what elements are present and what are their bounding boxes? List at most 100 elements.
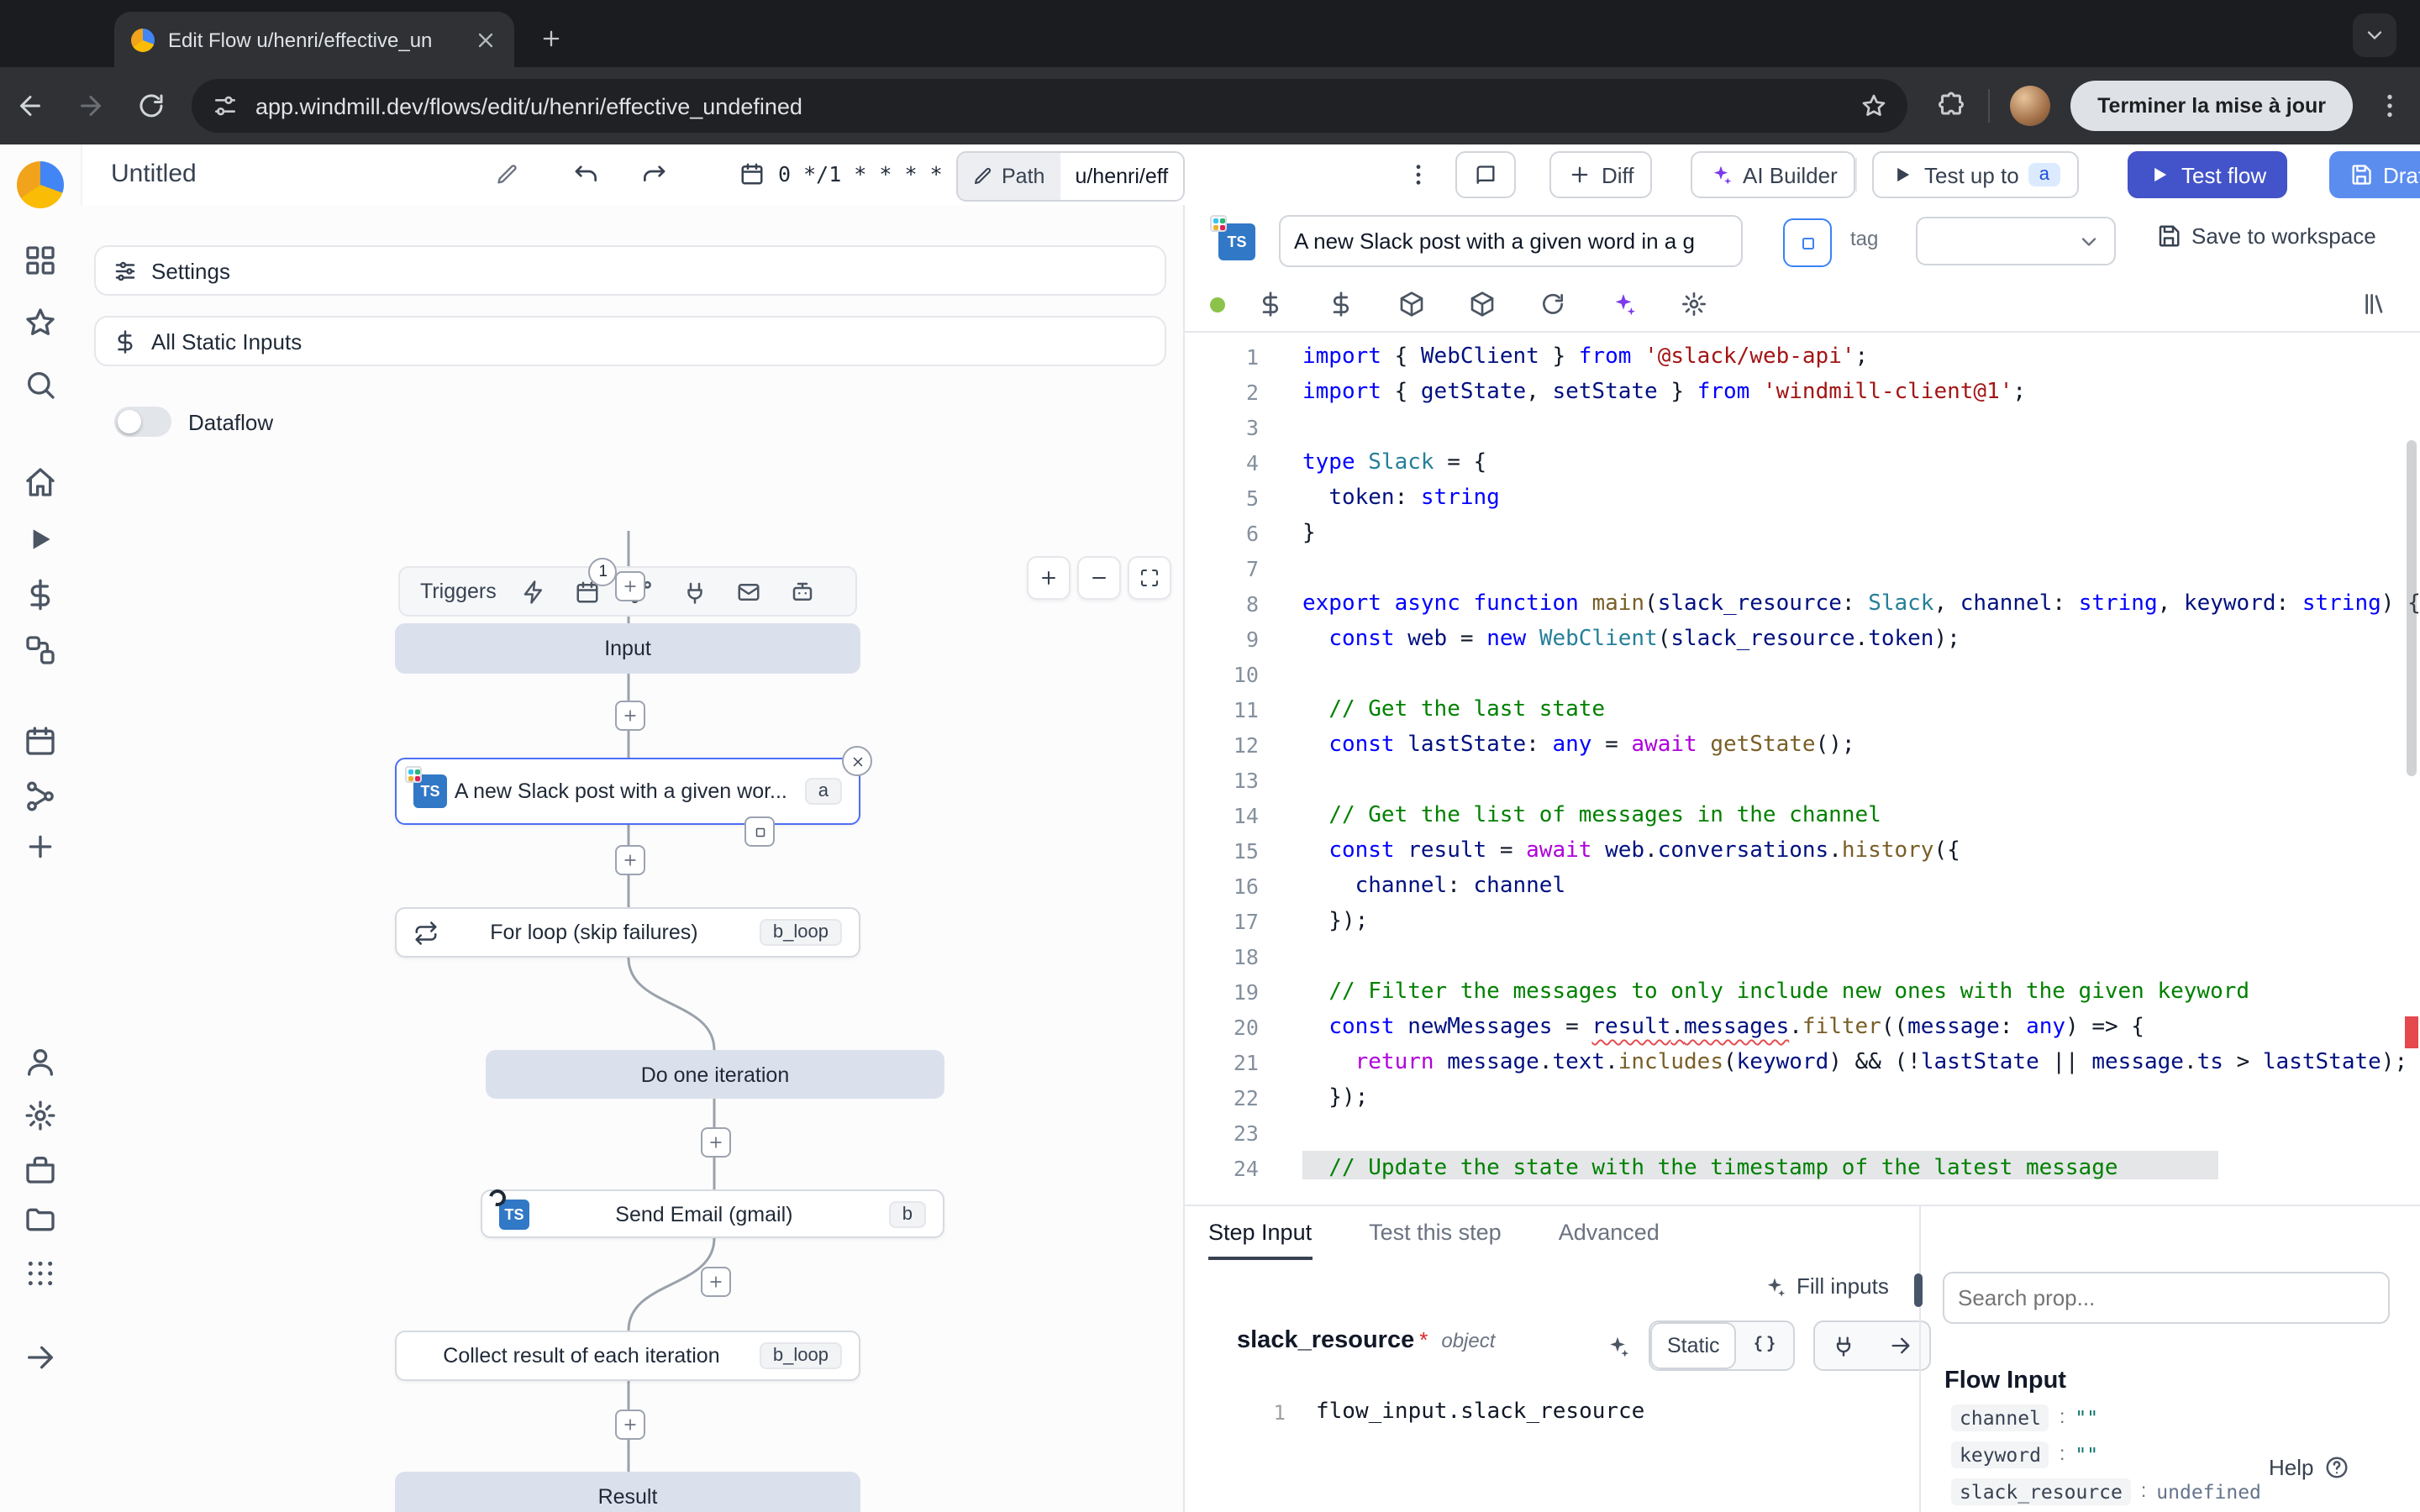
add-step-button[interactable]: [615, 845, 645, 875]
step-preview-button[interactable]: [744, 816, 775, 847]
sidebar-item-folder[interactable]: [24, 1203, 57, 1236]
flow-node-input[interactable]: Input: [395, 623, 860, 674]
site-info-icon[interactable]: [212, 92, 239, 119]
flow-node-do-one-iteration[interactable]: Do one iteration: [486, 1050, 944, 1099]
remove-step-button[interactable]: [842, 746, 872, 776]
flow-node-result[interactable]: Result: [395, 1472, 860, 1512]
new-tab-button[interactable]: [531, 18, 571, 59]
sidebar-item-workflow[interactable]: [24, 633, 57, 667]
code-editor[interactable]: 123456789101112131415161718192021222324 …: [1185, 333, 2420, 1179]
fill-inputs-button[interactable]: Fill inputs: [1763, 1273, 1889, 1299]
sidebar-item-star[interactable]: [24, 306, 57, 339]
flow-input-prop-channel[interactable]: channel:"": [1951, 1404, 2098, 1431]
address-bar[interactable]: app.windmill.dev/flows/edit/u/henri/effe…: [192, 79, 1907, 133]
bot-trigger-icon[interactable]: [791, 579, 816, 604]
zoom-out-button[interactable]: [1077, 556, 1121, 600]
static-inputs-row[interactable]: All Static Inputs: [94, 316, 1166, 366]
path-value[interactable]: u/henri/eff: [1060, 153, 1183, 200]
reload-button[interactable]: [136, 91, 166, 121]
wand-icon[interactable]: [1610, 291, 1637, 318]
test-flow-button[interactable]: Test flow: [2128, 151, 2286, 198]
diff-button[interactable]: Diff: [1549, 151, 1653, 198]
tag-select[interactable]: [1916, 217, 2116, 265]
sidebar-item-toolbox[interactable]: [24, 1152, 57, 1186]
sidebar-item-home[interactable]: [24, 465, 57, 499]
browser-tab[interactable]: Edit Flow u/henri/effective_un: [114, 12, 514, 67]
calendar-trigger-icon[interactable]: 1: [576, 579, 601, 604]
package-icon[interactable]: [1469, 291, 1496, 318]
flow-input-prop-keyword[interactable]: keyword:"": [1951, 1441, 2098, 1468]
docs-button[interactable]: [1455, 151, 1516, 198]
flow-node-collect-result[interactable]: Collect result of each iteration b_loop: [395, 1331, 860, 1381]
settings-row[interactable]: Settings: [94, 245, 1166, 296]
sidebar-item-person[interactable]: [24, 1045, 57, 1079]
sidebar-item-arrow-right[interactable]: [24, 1341, 57, 1374]
dollar-icon[interactable]: [1257, 291, 1284, 318]
add-step-button[interactable]: [615, 701, 645, 731]
flow-node-forloop[interactable]: For loop (skip failures) b_loop: [395, 907, 860, 958]
library-icon[interactable]: [2361, 291, 2388, 318]
static-mode-button[interactable]: Static: [1650, 1322, 1737, 1369]
sidebar-item-dotsgrid[interactable]: [24, 1257, 57, 1290]
tab-search-button[interactable]: [2353, 13, 2396, 57]
tab-advanced[interactable]: Advanced: [1559, 1206, 1660, 1260]
profile-avatar[interactable]: [2010, 86, 2050, 126]
panel-resize-handle[interactable]: [1914, 1273, 1923, 1307]
add-step-button[interactable]: [615, 571, 645, 601]
tab-test-this-step[interactable]: Test this step: [1369, 1206, 1502, 1260]
flow-input-prop-slack_resource[interactable]: slack_resource:undefined: [1951, 1478, 2261, 1505]
schedule-icon[interactable]: [739, 161, 765, 186]
gear-icon[interactable]: [1681, 291, 1707, 318]
fit-view-button[interactable]: [1128, 556, 1171, 600]
tab-step-input[interactable]: Step Input: [1208, 1206, 1312, 1260]
javascript-mode-button[interactable]: [1737, 1322, 1794, 1369]
sidebar-item-plus[interactable]: [24, 830, 57, 864]
chrome-update-button[interactable]: Terminer la mise à jour: [2070, 81, 2353, 131]
forward-button[interactable]: [76, 91, 106, 121]
save-to-workspace-button[interactable]: Save to workspace: [2156, 223, 2376, 249]
flow-node-slack-step[interactable]: TS A new Slack post with a given wor... …: [395, 758, 860, 825]
plug-trigger-icon[interactable]: [683, 579, 708, 604]
draft-button[interactable]: Draft: [2329, 151, 2420, 198]
zap-trigger-icon[interactable]: [522, 579, 547, 604]
edit-title-icon[interactable]: [496, 163, 519, 186]
windmill-logo[interactable]: [17, 161, 64, 208]
sidebar-item-calendar[interactable]: [24, 724, 57, 758]
cron-schedule[interactable]: 0 */1 * * * *: [778, 161, 943, 186]
more-options-icon[interactable]: [1405, 161, 1432, 188]
editor-scrollbar[interactable]: [2407, 440, 2417, 776]
extensions-icon[interactable]: [1936, 91, 1966, 121]
plug-button[interactable]: [1815, 1322, 1872, 1369]
package-icon[interactable]: [1398, 291, 1425, 318]
flow-node-send-email[interactable]: TS Send Email (gmail) b: [481, 1189, 944, 1238]
flow-title[interactable]: Untitled: [111, 160, 197, 188]
mail-trigger-icon[interactable]: [737, 579, 762, 604]
path-control[interactable]: Path u/henri/eff: [956, 151, 1185, 202]
sidebar-item-play[interactable]: [24, 522, 57, 556]
add-step-button[interactable]: [701, 1267, 731, 1297]
sidebar-item-grid[interactable]: [24, 244, 57, 277]
sidebar-item-nodes[interactable]: [24, 780, 57, 813]
back-button[interactable]: [15, 91, 45, 121]
expr-editor[interactable]: 1 flow_input.slack_resource: [1185, 1394, 1919, 1438]
refresh-icon[interactable]: [1539, 291, 1566, 318]
sidebar-item-dollar[interactable]: [24, 578, 57, 612]
search-prop-input[interactable]: [1943, 1272, 2390, 1324]
sidebar-item-search[interactable]: [24, 368, 57, 402]
dollar-icon[interactable]: [1328, 291, 1355, 318]
zoom-in-button[interactable]: [1027, 556, 1071, 600]
ai-builder-button[interactable]: AI Builder: [1691, 151, 1856, 198]
bookmark-star-icon[interactable]: [1860, 92, 1887, 119]
dataflow-toggle[interactable]: [114, 407, 171, 437]
help-button[interactable]: Help: [2269, 1455, 2349, 1480]
browser-menu-icon[interactable]: [2375, 91, 2405, 121]
step-summary-input[interactable]: [1279, 215, 1743, 267]
undo-button[interactable]: [573, 161, 600, 188]
ai-assist-icon[interactable]: [1605, 1334, 1630, 1359]
add-step-button[interactable]: [701, 1127, 731, 1158]
sidebar-item-gear[interactable]: [24, 1099, 57, 1132]
add-step-button[interactable]: [615, 1410, 645, 1440]
redo-button[interactable]: [640, 161, 667, 188]
tab-close-icon[interactable]: [474, 28, 497, 51]
test-up-to-button[interactable]: Test up to a: [1872, 151, 2078, 198]
